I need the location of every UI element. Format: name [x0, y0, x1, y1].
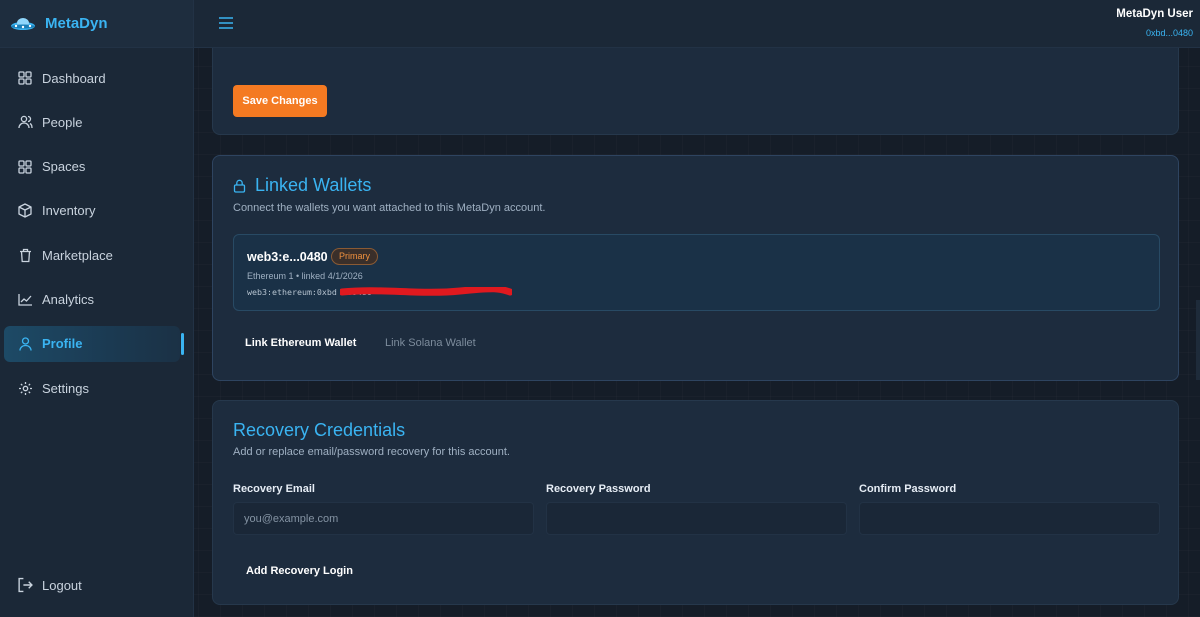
- people-icon: [17, 114, 33, 130]
- section-title: Recovery Credentials: [233, 420, 405, 441]
- chart-icon: [17, 291, 33, 307]
- section-title: Linked Wallets: [233, 175, 371, 196]
- box-icon: [17, 203, 33, 219]
- confirm-password-input[interactable]: [859, 502, 1160, 535]
- section-title-text: Linked Wallets: [255, 175, 372, 195]
- section-title-text: Recovery Credentials: [233, 420, 406, 440]
- link-solana-wallet-button[interactable]: Link Solana Wallet: [385, 337, 476, 349]
- user-menu[interactable]: MetaDyn User 0xbd...0480: [1116, 8, 1193, 38]
- sidebar-nav: Dashboard People Spaces Inventory Market…: [0, 60, 194, 414]
- recovery-password-input[interactable]: [546, 502, 847, 535]
- gear-icon: [17, 380, 33, 396]
- link-ethereum-wallet-button[interactable]: Link Ethereum Wallet: [245, 337, 356, 349]
- recovery-credentials-card: Recovery Credentials Add or replace emai…: [212, 400, 1179, 605]
- trash-icon: [17, 247, 33, 263]
- user-icon: [17, 336, 33, 352]
- sidebar-item-label: Inventory: [42, 203, 96, 219]
- brand[interactable]: MetaDyn: [0, 0, 193, 48]
- sidebar-item-label: Spaces: [42, 159, 86, 175]
- grid-icon: [17, 70, 33, 86]
- recovery-password-label: Recovery Password: [546, 483, 651, 495]
- user-name: MetaDyn User: [1116, 8, 1193, 20]
- lock-icon: [233, 179, 246, 193]
- profile-card: Save Changes: [212, 48, 1179, 135]
- sidebar-item-label: Analytics: [42, 291, 95, 307]
- sidebar-item-label: Dashboard: [42, 70, 106, 86]
- logout-button[interactable]: Logout: [17, 577, 82, 593]
- user-address: 0xbd...0480: [1145, 28, 1193, 38]
- recovery-email-input[interactable]: [233, 502, 534, 535]
- sidebar-item-dashboard[interactable]: Dashboard: [0, 60, 194, 96]
- grid-icon: [17, 159, 33, 175]
- wallet-item: web3:e...0480 Primary Ethereum 1 • linke…: [233, 234, 1160, 311]
- menu-icon[interactable]: [218, 16, 234, 30]
- sidebar-item-settings[interactable]: Settings: [0, 370, 194, 406]
- sidebar-item-profile[interactable]: Profile: [4, 325, 184, 362]
- main-content: Save Changes Linked Wallets Connect the …: [194, 48, 1200, 617]
- primary-badge: Primary: [331, 248, 378, 265]
- logout-label: Logout: [42, 577, 82, 593]
- sidebar-item-label: Settings: [42, 380, 89, 396]
- wallet-id: web3:e...0480: [247, 250, 328, 264]
- save-changes-button[interactable]: Save Changes: [233, 85, 327, 117]
- scrollbar[interactable]: [1196, 300, 1200, 380]
- sidebar-item-marketplace[interactable]: Marketplace: [0, 237, 194, 273]
- section-subtitle: Add or replace email/password recovery f…: [233, 446, 510, 458]
- confirm-password-label: Confirm Password: [859, 483, 957, 495]
- sidebar-item-label: People: [42, 114, 83, 130]
- sidebar-item-people[interactable]: People: [0, 104, 194, 140]
- logout-icon: [18, 577, 33, 593]
- sidebar: MetaDyn Dashboard People Spaces Inventor…: [0, 0, 194, 617]
- wallet-meta: Ethereum 1 • linked 4/1/2026: [247, 271, 363, 281]
- sidebar-item-spaces[interactable]: Spaces: [0, 149, 194, 185]
- linked-wallets-card: Linked Wallets Connect the wallets you w…: [212, 155, 1179, 381]
- section-subtitle: Connect the wallets you want attached to…: [233, 202, 546, 214]
- sidebar-item-analytics[interactable]: Analytics: [0, 281, 194, 317]
- sidebar-item-label: Profile: [42, 336, 83, 352]
- brand-name: MetaDyn: [45, 15, 108, 32]
- recovery-email-label: Recovery Email: [233, 483, 315, 495]
- redaction-mark: [340, 287, 512, 296]
- sidebar-item-inventory[interactable]: Inventory: [0, 193, 194, 229]
- add-recovery-login-button[interactable]: Add Recovery Login: [246, 565, 353, 577]
- logo-icon: [11, 17, 35, 30]
- sidebar-item-label: Marketplace: [42, 247, 113, 263]
- top-bar: MetaDyn User 0xbd...0480: [194, 0, 1200, 48]
